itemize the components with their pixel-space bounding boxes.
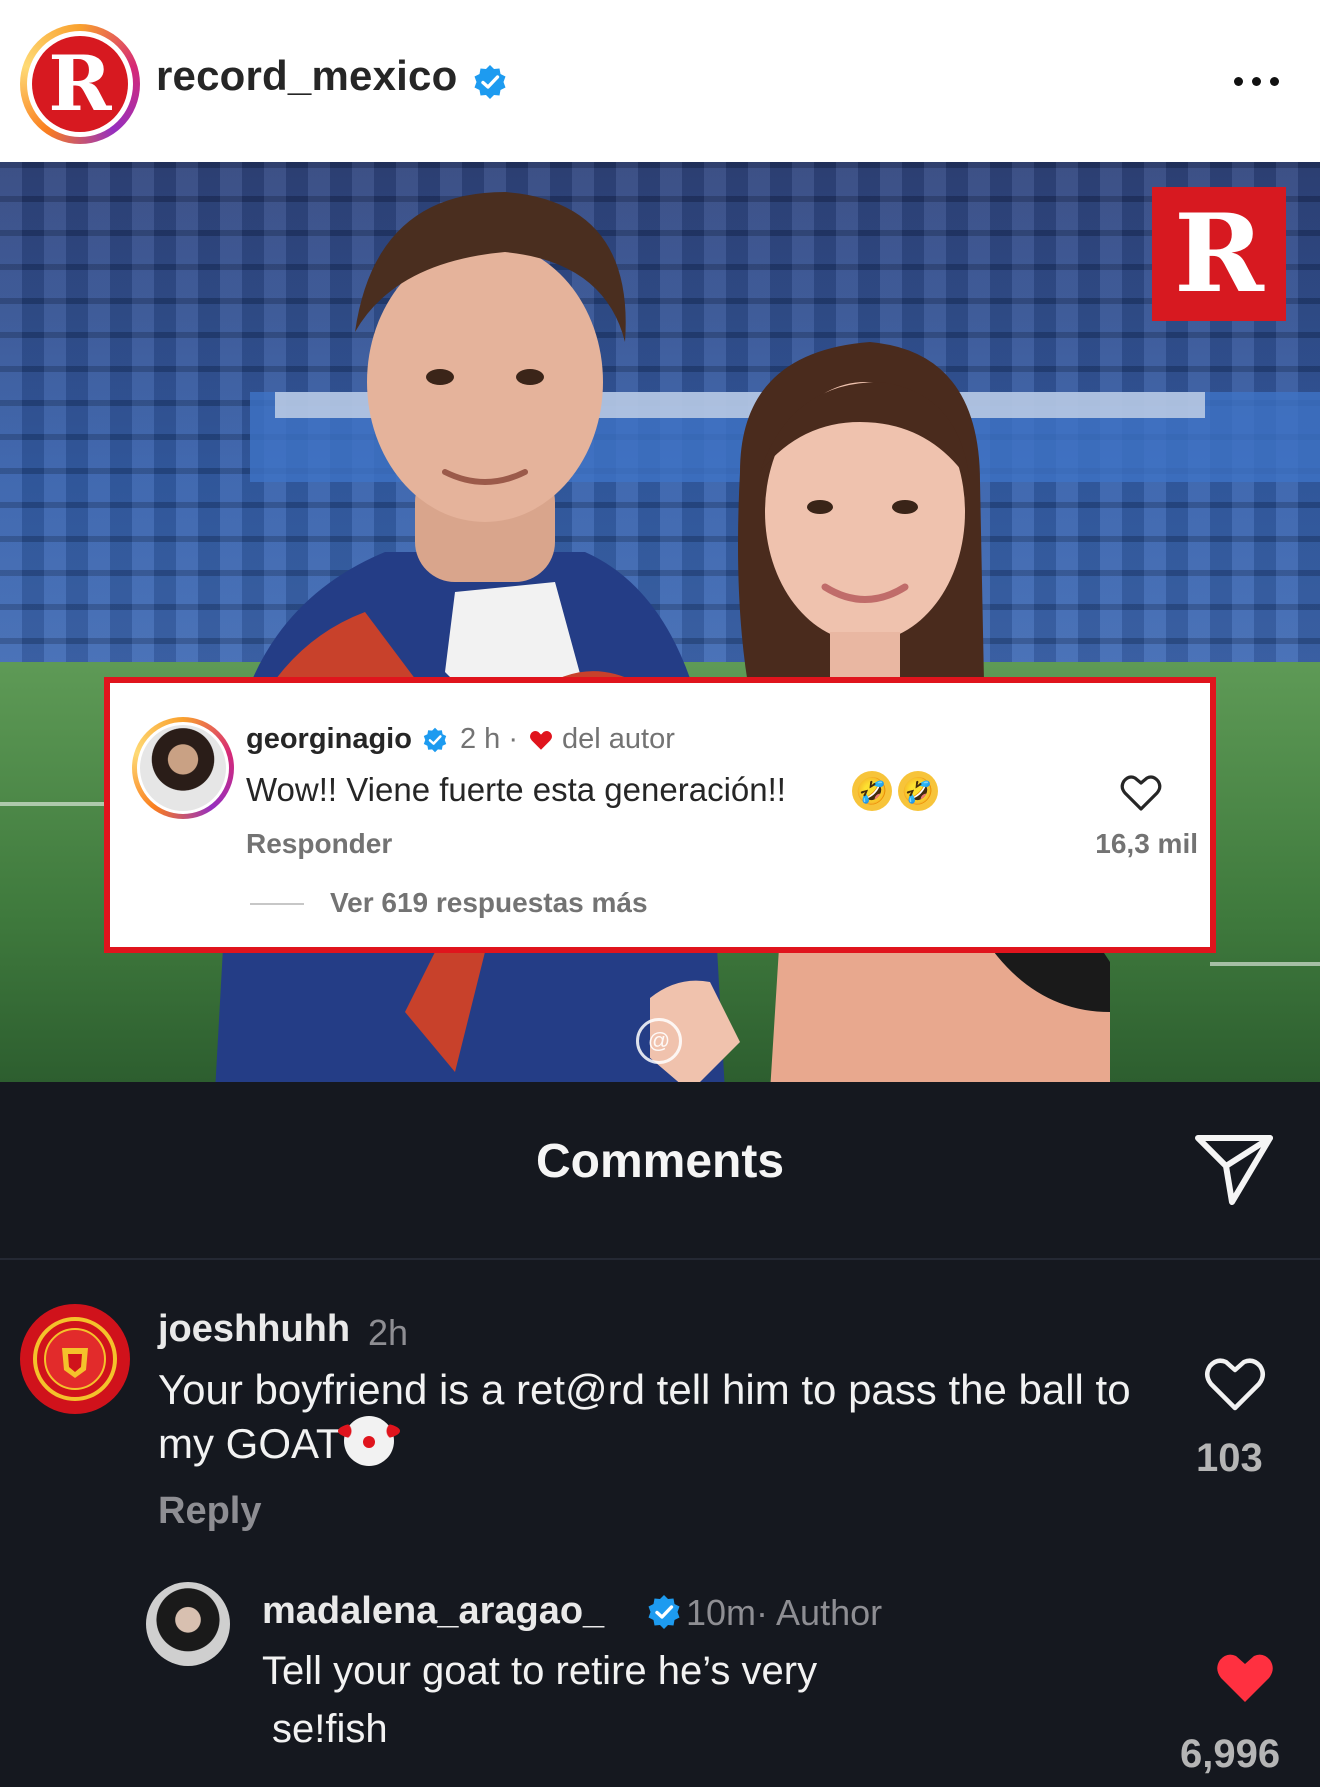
comment-text: Wow!! Viene fuerte esta generación!!	[246, 771, 786, 808]
like-count: 103	[1196, 1436, 1263, 1480]
comment-username[interactable]: madalena_aragao_	[262, 1590, 604, 1633]
view-more-replies-button[interactable]: Ver 619 respuestas más	[330, 887, 648, 919]
username[interactable]: record_mexico	[156, 52, 457, 100]
dot	[1233, 76, 1243, 86]
liked-heart-icon[interactable]	[1212, 1648, 1278, 1706]
commenter-avatar[interactable]	[146, 1582, 230, 1666]
profile-avatar[interactable]: R	[20, 24, 140, 144]
like-heart-icon[interactable]	[1202, 1354, 1268, 1414]
post-header: R record_mexico	[0, 0, 1320, 162]
more-options-icon[interactable]	[1226, 66, 1286, 96]
comment-text: Tell your goat to retire he’s very se!fi…	[262, 1642, 982, 1758]
comment-text-line: Tell your goat to retire he’s very	[262, 1649, 818, 1693]
reply-button[interactable]: Reply	[158, 1490, 261, 1533]
rofl-emoji-icon: 🤣	[898, 771, 938, 811]
author-label: del autor	[562, 723, 675, 755]
avatar-photo	[137, 722, 229, 814]
divider	[0, 1258, 1320, 1260]
record-logo: R	[32, 36, 128, 132]
replies-divider	[250, 903, 304, 905]
avatar-inner: R	[27, 31, 133, 137]
comments-sheet: Comments joeshhuhh 2h Your boyfriend is …	[0, 1082, 1320, 1787]
like-count: 16,3 mil	[1095, 828, 1198, 859]
pitch-line	[1210, 962, 1320, 966]
commenter-avatar[interactable]	[132, 717, 234, 819]
like-count: 6,996	[1180, 1732, 1281, 1776]
comment-time: 2h	[368, 1312, 409, 1353]
dot	[1269, 76, 1279, 86]
verified-badge-icon	[423, 727, 447, 753]
club-crest-icon	[33, 1317, 117, 1401]
sheet-title: Comments	[535, 1135, 785, 1188]
comment-time: 2 h ·	[460, 723, 519, 755]
like-heart-icon[interactable]	[1119, 773, 1163, 813]
threads-badge-icon: @	[636, 1018, 682, 1064]
comment-text-line: se!fish	[272, 1707, 388, 1751]
dot	[1251, 76, 1261, 86]
rofl-emoji-icon: 🤣	[852, 771, 892, 811]
highlighted-comment: georginagio 2 h · del autor Wow!! Viene …	[104, 677, 1216, 953]
comment-username[interactable]: georginagio	[246, 723, 412, 756]
record-watermark: R	[1152, 187, 1286, 321]
comment-text: Your boyfriend is a ret@rd tell him to p…	[158, 1364, 1148, 1470]
verified-badge-icon	[648, 1595, 680, 1629]
reply-button[interactable]: Responder	[246, 828, 392, 860]
clown-emoji-icon	[337, 1416, 400, 1466]
pitch-line	[0, 802, 110, 806]
comment-text-body: Your boyfriend is a ret@rd tell him to p…	[158, 1366, 1131, 1467]
send-icon[interactable]	[1192, 1124, 1276, 1208]
comment-time: 10m· Author	[686, 1592, 883, 1633]
verified-badge-icon	[474, 65, 506, 99]
author-liked-heart-icon	[530, 731, 552, 750]
commenter-avatar[interactable]	[20, 1304, 130, 1414]
comment-username[interactable]: joeshhuhh	[158, 1308, 350, 1351]
